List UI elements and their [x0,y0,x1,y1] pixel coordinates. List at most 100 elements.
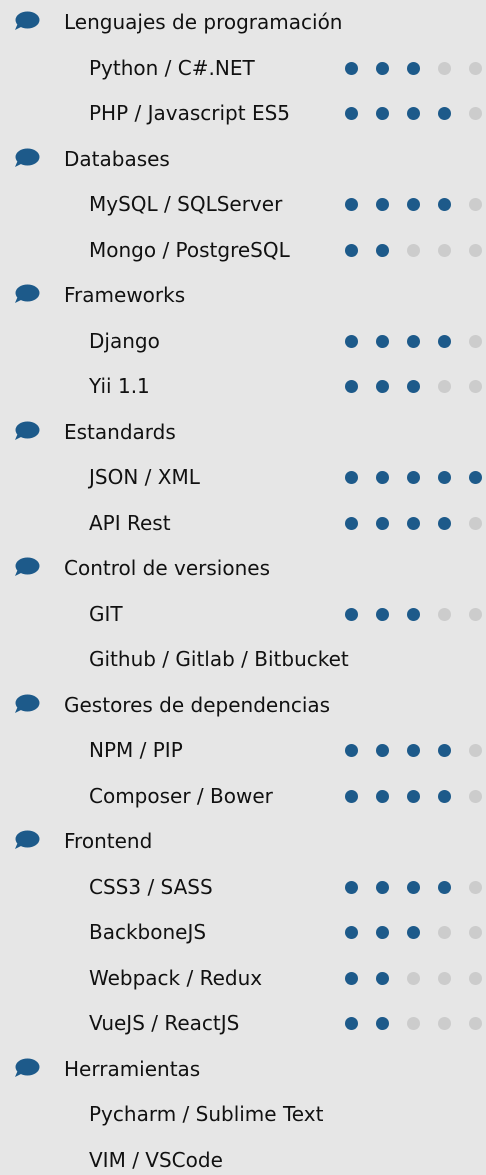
rating-dot-filled [376,744,389,757]
skill-label: VueJS / ReactJS [89,1011,240,1035]
category-header: Gestores de dependencias [0,690,486,720]
rating-dot-filled [376,607,389,621]
skill-row: Github / Gitlab / Bitbucket [0,644,486,674]
category-header: Herramientas [0,1054,486,1084]
rating-dot-filled [407,198,420,211]
skill-rating [338,235,486,265]
speech-bubble-icon [14,1058,40,1078]
rating-dot-filled [407,107,420,120]
rating-dot-filled [438,744,451,757]
rating-dot-filled [376,198,389,211]
rating-dot-filled [345,380,358,393]
category-header: Lenguajes de programación [0,7,486,37]
rating-dot-empty [469,198,482,211]
rating-dot-filled [345,926,358,939]
rating-dot-filled [376,1017,389,1030]
skill-rating [338,963,486,993]
rating-dot-filled [407,926,420,939]
skill-label: GIT [89,601,123,626]
rating-dot-empty [407,1017,420,1030]
rating-dot-filled [407,471,420,484]
skill-label: NPM / PIP [89,738,183,762]
skill-rating [338,326,486,356]
skill-rating [338,917,486,947]
category-label: Estandards [64,419,176,444]
rating-dot-empty [469,380,482,393]
skill-row: Webpack / Redux [0,963,486,993]
skill-rating [338,781,486,811]
category-label: Frontend [64,829,153,853]
speech-bubble-icon [14,284,40,304]
rating-dot-filled [438,471,451,484]
rating-dot-filled [376,789,389,803]
rating-dot-filled [345,971,358,985]
category-header: Estandards [0,417,486,447]
rating-dot-filled [376,380,389,393]
skill-label: VIM / VSCode [89,1147,223,1172]
rating-dot-filled [407,607,420,621]
rating-dot-filled [376,107,389,120]
speech-bubble-icon [14,421,40,441]
speech-bubble-icon [14,557,40,577]
category-label: Frameworks [64,283,186,307]
skill-row: JSON / XML [0,462,486,492]
rating-dot-filled [376,971,389,985]
skill-label: API Rest [89,510,171,535]
category-label: Herramientas [64,1056,201,1081]
skill-rating [338,98,486,128]
skill-row: GIT [0,599,486,629]
rating-dot-filled [376,880,389,894]
rating-dot-empty [469,926,482,939]
skill-row: VueJS / ReactJS [0,1008,486,1038]
rating-dot-filled [407,516,420,530]
rating-dot-filled [376,471,389,484]
rating-dot-empty [407,243,420,257]
rating-dot-filled [376,334,389,348]
skill-label: Pycharm / Sublime Text [89,1102,324,1126]
skill-label: Yii 1.1 [89,374,150,398]
rating-dot-empty [469,107,482,120]
skill-label: MySQL / SQLServer [89,192,283,216]
skill-label: CSS3 / SASS [89,874,213,899]
rating-dot-filled [345,61,358,75]
category-label: Databases [64,146,170,171]
skill-row: Django [0,326,486,356]
skill-rating [338,189,486,219]
speech-bubble-icon [14,830,40,850]
skill-row: Mongo / PostgreSQL [0,235,486,265]
skill-rating [338,599,486,629]
skill-rating [338,462,486,492]
rating-dot-empty [438,607,451,621]
rating-dot-filled [345,1017,358,1030]
rating-dot-empty [469,789,482,803]
rating-dot-filled [376,61,389,75]
rating-dot-empty [469,243,482,257]
rating-dot-filled [407,880,420,894]
category-header: Frameworks [0,280,486,310]
rating-dot-filled [345,198,358,211]
skill-row: NPM / PIP [0,735,486,765]
rating-dot-empty [469,1017,482,1030]
rating-dot-empty [469,880,482,894]
skill-label: Mongo / PostgreSQL [89,237,290,262]
speech-bubble-icon [14,148,40,168]
skill-row: API Rest [0,508,486,538]
rating-dot-filled [376,926,389,939]
rating-dot-filled [345,744,358,757]
rating-dot-empty [469,61,482,75]
category-header: Frontend [0,826,486,856]
skill-rating [338,508,486,538]
skill-label: Python / C#.NET [89,55,255,80]
rating-dot-filled [407,334,420,348]
rating-dot-empty [438,971,451,985]
speech-bubble-icon [14,11,40,31]
category-header: Databases [0,144,486,174]
rating-dot-filled [438,198,451,211]
rating-dot-filled [345,471,358,484]
skill-row: Python / C#.NET [0,53,486,83]
rating-dot-filled [376,243,389,257]
skill-row: Yii 1.1 [0,371,486,401]
rating-dot-empty [407,971,420,985]
skill-label: BackboneJS [89,920,207,944]
rating-dot-filled [345,607,358,621]
